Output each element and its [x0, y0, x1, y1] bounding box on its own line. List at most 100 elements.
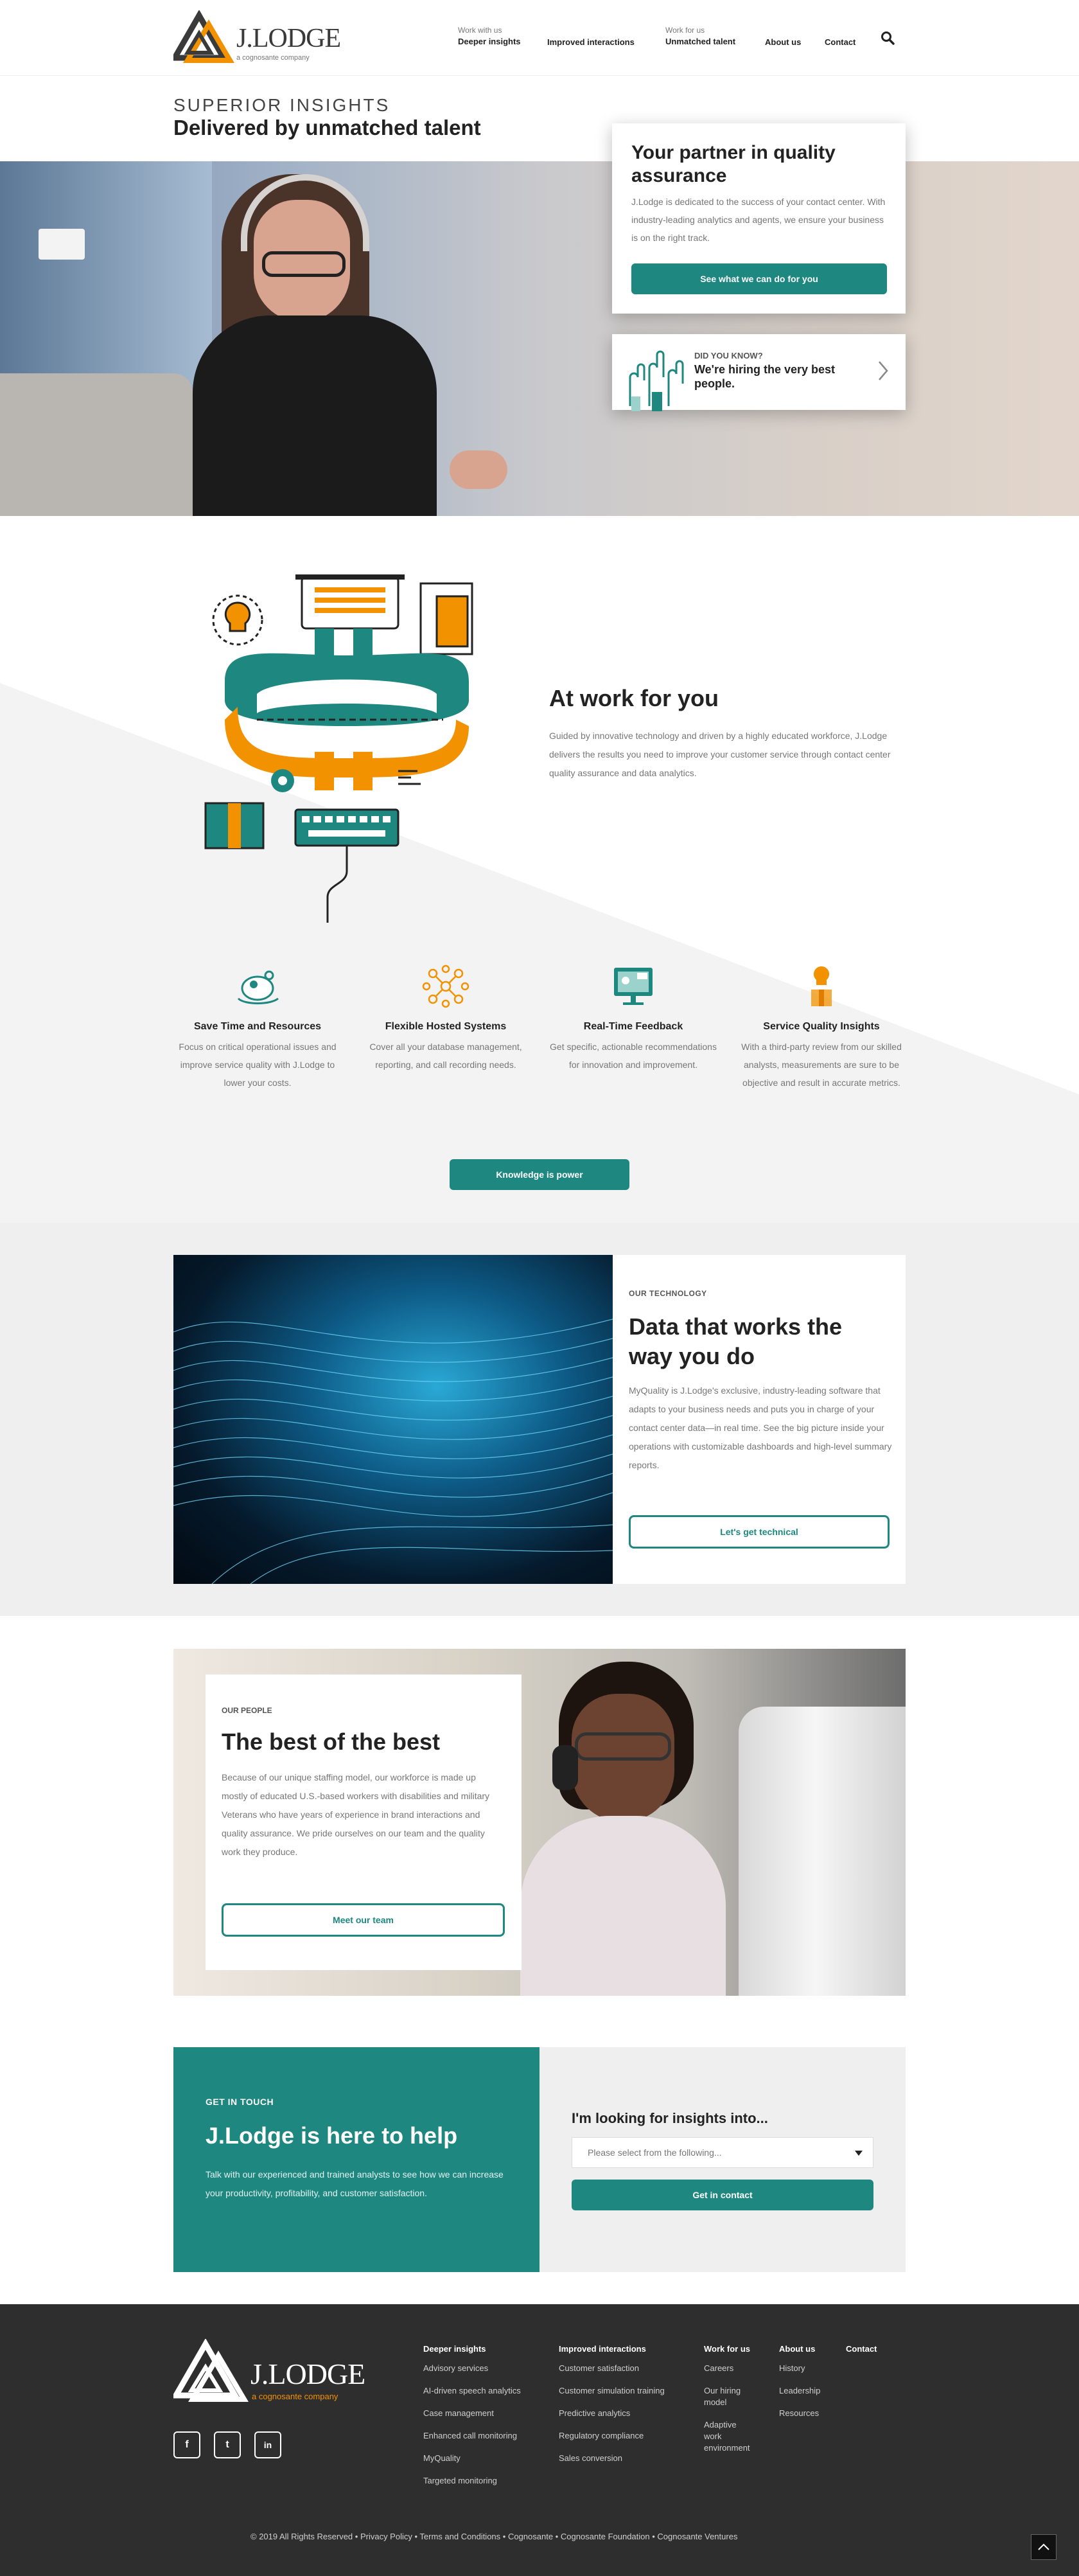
did-you-know-card[interactable]: DID YOU KNOW? We're hiring the very best… [612, 334, 906, 411]
contact-eyebrow: GET IN TOUCH [206, 2097, 274, 2107]
logo[interactable]: J.LODGE a cognosante company [170, 9, 341, 66]
contact-text: Talk with our experienced and trained an… [206, 2169, 504, 2198]
footer-link[interactable]: Sales conversion [559, 2453, 665, 2464]
person-shirt [520, 1816, 726, 1996]
footer-link[interactable]: Resources [779, 2408, 820, 2419]
footer-link[interactable]: Leadership [779, 2385, 820, 2397]
site-header: J.LODGE a cognosante company Work with u… [0, 0, 1079, 76]
logo-mark-icon [170, 9, 234, 63]
footer-link[interactable]: MyQuality [423, 2453, 521, 2464]
footer-link[interactable]: Careers [704, 2363, 768, 2374]
feature-title: Real-Time Feedback [583, 1021, 683, 1032]
work-section-bg [0, 516, 1079, 1223]
legal-link[interactable]: Terms and Conditions [419, 2532, 500, 2541]
laptop [0, 373, 193, 516]
lets-get-technical-button[interactable]: Let's get technical [629, 1515, 890, 1549]
feature-text: With a third-party review from our skill… [741, 1042, 902, 1088]
nav-about-us[interactable]: About us [765, 37, 801, 47]
nav-improved-interactions[interactable]: Improved interactions [547, 37, 635, 47]
monitor-feedback-icon [614, 968, 653, 1005]
footer-link[interactable]: Our hiring model [704, 2385, 755, 2408]
footer-link[interactable]: Predictive analytics [559, 2408, 665, 2419]
footer-link[interactable]: Customer simulation training [559, 2385, 665, 2397]
feature-service-quality: Service Quality Insights With a third-pa… [735, 964, 908, 1092]
footer-link[interactable]: Targeted monitoring [423, 2475, 521, 2487]
footer-col-deeper-insights: Deeper insights Advisory services AI-dri… [423, 2344, 521, 2498]
feature-text: Get specific, actionable recommendations… [550, 1042, 717, 1070]
footer-link[interactable]: AI-driven speech analytics [423, 2385, 521, 2397]
glasses [262, 251, 346, 277]
insights-select[interactable]: Please select from the following... [572, 2137, 873, 2168]
contact-left [173, 2047, 540, 2272]
monitor [739, 1707, 906, 1996]
hero-card-text: J.Lodge is dedicated to the success of y… [631, 197, 886, 243]
logo-tagline: a cognosante company [236, 54, 310, 62]
footer-link[interactable]: Customer satisfaction [559, 2363, 665, 2374]
person-sweater [193, 315, 437, 516]
feature-title: Flexible Hosted Systems [385, 1021, 507, 1032]
footer-col-work-for-us: Work for us Careers Our hiring model Ada… [704, 2344, 768, 2465]
people-eyebrow: OUR PEOPLE [222, 1706, 272, 1715]
person-hand [450, 450, 507, 489]
tech-text: MyQuality is J.Lodge's exclusive, indust… [629, 1385, 892, 1470]
feature-text: Cover all your database management, repo… [369, 1042, 522, 1070]
footer-col-head[interactable]: Work for us [704, 2344, 768, 2354]
contact-title: J.Lodge is here to help [206, 2122, 458, 2149]
footer-link[interactable]: Advisory services [423, 2363, 521, 2374]
teamwork-illustration [204, 574, 473, 923]
hero-image [0, 161, 1079, 516]
work-title: At work for you [549, 685, 719, 711]
feature-title: Service Quality Insights [763, 1021, 880, 1032]
hero-title: Delivered by unmatched talent [173, 116, 481, 139]
footer-logo[interactable]: J.LODGE a cognosante company [171, 2338, 379, 2403]
legal-link[interactable]: Privacy Policy [360, 2532, 412, 2541]
lamp-shade [39, 229, 85, 260]
footer-link[interactable]: History [779, 2363, 820, 2374]
footer-link[interactable]: Regulatory compliance [559, 2430, 665, 2442]
people-text: Because of our unique staffing model, ou… [222, 1772, 490, 1857]
see-what-we-can-do-button[interactable]: See what we can do for you [631, 263, 887, 294]
footer-link[interactable]: Enhanced call monitoring [423, 2430, 521, 2442]
nav-contact[interactable]: Contact [825, 37, 855, 47]
legal-link[interactable]: Cognosante [508, 2532, 553, 2541]
linkedin-icon[interactable]: in [254, 2431, 281, 2458]
piggy-bank-icon [237, 970, 279, 1004]
network-icon [422, 964, 469, 1008]
footer-col-about-us: About us History Leadership Resources [779, 2344, 820, 2430]
search-icon[interactable] [881, 31, 895, 48]
people-title: The best of the best [222, 1728, 441, 1755]
form-title: I'm looking for insights into... [572, 2110, 768, 2126]
feature-real-time-feedback: Real-Time Feedback Get specific, actiona… [547, 964, 720, 1074]
logo-tagline: a cognosante company [252, 2392, 338, 2401]
nav-deeper-insights[interactable]: Work with us Deeper insights [458, 26, 521, 46]
knowledge-is-power-button[interactable]: Knowledge is power [450, 1159, 629, 1190]
glasses [575, 1732, 671, 1761]
legal-link[interactable]: Cognosante Ventures [657, 2532, 737, 2541]
chevron-right-icon[interactable] [877, 360, 890, 385]
facebook-icon[interactable]: f [173, 2431, 200, 2458]
feature-hosted-systems: Flexible Hosted Systems Cover all your d… [359, 964, 532, 1074]
footer-col-head[interactable]: Contact [846, 2344, 877, 2354]
footer-col-head[interactable]: About us [779, 2344, 820, 2354]
twitter-icon[interactable]: t [214, 2431, 241, 2458]
caret-down-icon [855, 2151, 863, 2156]
footer-col-improved-interactions: Improved interactions Customer satisfact… [559, 2344, 665, 2475]
tech-image [173, 1255, 613, 1584]
nav-unmatched-talent[interactable]: Work for us Unmatched talent [665, 26, 735, 46]
footer-col-head[interactable]: Improved interactions [559, 2344, 665, 2354]
footer-link[interactable]: Case management [423, 2408, 521, 2419]
chevron-up-icon[interactable] [1031, 2534, 1057, 2560]
diagonal-shape [0, 683, 1079, 1223]
copyright: © 2019 All Rights Reserved [250, 2532, 353, 2541]
legal-link[interactable]: Cognosante Foundation [561, 2532, 650, 2541]
meet-our-team-button[interactable]: Meet our team [222, 1903, 505, 1937]
footer-col-contact: Contact [846, 2344, 877, 2363]
footer-col-head[interactable]: Deeper insights [423, 2344, 521, 2354]
raised-hands-icon [629, 350, 684, 411]
logo-wordmark: J.LODGE [236, 24, 341, 53]
hero-card: Your partner in quality assurance J.Lodg… [612, 123, 906, 314]
get-in-contact-button[interactable]: Get in contact [572, 2180, 873, 2210]
lightbulb-box-icon [811, 966, 832, 1006]
did-you-know-eyebrow: DID YOU KNOW? [694, 351, 763, 360]
footer-link[interactable]: Adaptive work environment [704, 2419, 755, 2454]
